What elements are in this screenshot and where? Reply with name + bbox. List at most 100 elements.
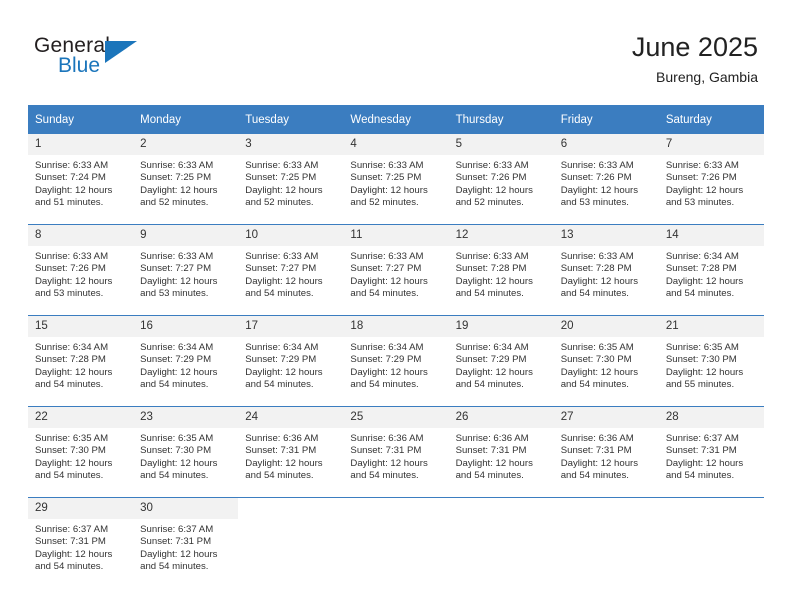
sunset-text: Sunset: 7:25 PM: [350, 172, 422, 184]
daylight-text: Daylight: 12 hours and 54 minutes.: [560, 457, 639, 481]
daylight-text: Daylight: 12 hours and 54 minutes.: [140, 457, 218, 481]
sunset-text: Sunset: 7:31 PM: [350, 445, 422, 457]
day-cell[interactable]: 4 Sunrise: 6:33 AM Sunset: 7:25 PM Dayli…: [343, 134, 449, 225]
sunrise-text: Sunrise: 6:33 AM: [455, 160, 529, 171]
daylight-text: Daylight: 12 hours and 54 minutes.: [350, 366, 428, 390]
sunrise-text: Sunrise: 6:37 AM: [665, 433, 739, 444]
sunset-text: Sunset: 7:27 PM: [245, 263, 317, 275]
sunset-text: Sunset: 7:25 PM: [245, 172, 317, 184]
day-number: 23: [133, 407, 239, 428]
sunrise-text: Sunrise: 6:35 AM: [665, 342, 739, 353]
day-cell[interactable]: 24 Sunrise: 6:36 AM Sunset: 7:31 PM Dayl…: [238, 406, 344, 498]
day-cell[interactable]: 27 Sunrise: 6:36 AM Sunset: 7:31 PM Dayl…: [553, 406, 659, 498]
daylight-text: Daylight: 12 hours and 53 minutes.: [35, 275, 113, 299]
day-cell[interactable]: 10 Sunrise: 6:33 AM Sunset: 7:27 PM Dayl…: [238, 224, 344, 316]
calendar-week-row: 15 Sunrise: 6:34 AM Sunset: 7:28 PM Dayl…: [28, 315, 764, 407]
day-number: 19: [448, 316, 554, 337]
sunset-text: Sunset: 7:30 PM: [35, 445, 106, 457]
day-cell[interactable]: 26 Sunrise: 6:36 AM Sunset: 7:31 PM Dayl…: [448, 406, 554, 498]
day-number: 29: [28, 498, 134, 519]
day-number: [343, 498, 449, 519]
day-cell[interactable]: 2 Sunrise: 6:33 AM Sunset: 7:25 PM Dayli…: [133, 134, 239, 225]
day-cell[interactable]: 13 Sunrise: 6:33 AM Sunset: 7:28 PM Dayl…: [553, 224, 659, 316]
day-cell[interactable]: 11 Sunrise: 6:33 AM Sunset: 7:27 PM Dayl…: [343, 224, 449, 316]
day-details: Sunrise: 6:33 AM Sunset: 7:24 PM Dayligh…: [28, 155, 133, 209]
sunrise-text: Sunrise: 6:34 AM: [140, 342, 214, 353]
day-cell[interactable]: 9 Sunrise: 6:33 AM Sunset: 7:27 PM Dayli…: [133, 224, 239, 316]
day-cell[interactable]: 17 Sunrise: 6:34 AM Sunset: 7:29 PM Dayl…: [238, 315, 344, 407]
sunrise-text: Sunrise: 6:33 AM: [665, 160, 739, 171]
sunset-text: Sunset: 7:31 PM: [560, 445, 632, 457]
day-details: Sunrise: 6:33 AM Sunset: 7:25 PM Dayligh…: [133, 155, 238, 209]
day-cell[interactable]: 7 Sunrise: 6:33 AM Sunset: 7:26 PM Dayli…: [658, 134, 764, 225]
day-cell[interactable]: 15 Sunrise: 6:34 AM Sunset: 7:28 PM Dayl…: [28, 315, 134, 407]
sunrise-text: Sunrise: 6:33 AM: [245, 160, 319, 171]
day-cell[interactable]: 5 Sunrise: 6:33 AM Sunset: 7:26 PM Dayli…: [448, 134, 554, 225]
day-cell[interactable]: 23 Sunrise: 6:35 AM Sunset: 7:30 PM Dayl…: [133, 406, 239, 498]
daylight-text: Daylight: 12 hours and 51 minutes.: [35, 184, 113, 208]
day-cell[interactable]: 16 Sunrise: 6:34 AM Sunset: 7:29 PM Dayl…: [133, 315, 239, 407]
column-header-thursday: Thursday: [448, 105, 554, 134]
day-cell[interactable]: 19 Sunrise: 6:34 AM Sunset: 7:29 PM Dayl…: [448, 315, 554, 407]
day-cell[interactable]: 3 Sunrise: 6:33 AM Sunset: 7:25 PM Dayli…: [238, 134, 344, 225]
day-cell[interactable]: 28 Sunrise: 6:37 AM Sunset: 7:31 PM Dayl…: [658, 406, 764, 498]
sunset-text: Sunset: 7:26 PM: [665, 172, 737, 184]
sunset-text: Sunset: 7:31 PM: [665, 445, 737, 457]
sunrise-text: Sunrise: 6:33 AM: [35, 251, 109, 262]
sunrise-text: Sunrise: 6:36 AM: [560, 433, 634, 444]
day-cell[interactable]: 6 Sunrise: 6:33 AM Sunset: 7:26 PM Dayli…: [553, 134, 659, 225]
daylight-text: Daylight: 12 hours and 54 minutes.: [455, 457, 533, 481]
day-number: 10: [238, 225, 344, 246]
sunrise-text: Sunrise: 6:33 AM: [560, 160, 634, 171]
sunset-text: Sunset: 7:26 PM: [35, 263, 106, 275]
day-cell[interactable]: 14 Sunrise: 6:34 AM Sunset: 7:28 PM Dayl…: [658, 224, 764, 316]
daylight-text: Daylight: 12 hours and 54 minutes.: [560, 275, 639, 299]
sunrise-text: Sunrise: 6:33 AM: [350, 251, 424, 262]
sunset-text: Sunset: 7:30 PM: [140, 445, 212, 457]
day-details: Sunrise: 6:33 AM Sunset: 7:28 PM Dayligh…: [449, 246, 554, 300]
sunset-text: Sunset: 7:27 PM: [140, 263, 212, 275]
sunrise-text: Sunrise: 6:34 AM: [35, 342, 109, 353]
day-cell[interactable]: 21 Sunrise: 6:35 AM Sunset: 7:30 PM Dayl…: [658, 315, 764, 407]
day-number: 16: [133, 316, 239, 337]
calendar-grid: Sunday Monday Tuesday Wednesday Thursday…: [28, 105, 764, 588]
day-number: 22: [28, 407, 134, 428]
day-cell[interactable]: 18 Sunrise: 6:34 AM Sunset: 7:29 PM Dayl…: [343, 315, 449, 407]
daylight-text: Daylight: 12 hours and 54 minutes.: [665, 457, 744, 481]
day-details: Sunrise: 6:33 AM Sunset: 7:26 PM Dayligh…: [28, 246, 133, 300]
day-cell[interactable]: 20 Sunrise: 6:35 AM Sunset: 7:30 PM Dayl…: [553, 315, 659, 407]
daylight-text: Daylight: 12 hours and 54 minutes.: [35, 366, 113, 390]
daylight-text: Daylight: 12 hours and 55 minutes.: [665, 366, 744, 390]
day-cell[interactable]: 22 Sunrise: 6:35 AM Sunset: 7:30 PM Dayl…: [28, 406, 134, 498]
day-cell[interactable]: 12 Sunrise: 6:33 AM Sunset: 7:28 PM Dayl…: [448, 224, 554, 316]
day-cell-empty: [343, 497, 449, 588]
sunrise-text: Sunrise: 6:34 AM: [665, 251, 739, 262]
day-cell[interactable]: 1 Sunrise: 6:33 AM Sunset: 7:24 PM Dayli…: [28, 134, 134, 225]
daylight-text: Daylight: 12 hours and 54 minutes.: [665, 275, 744, 299]
sunset-text: Sunset: 7:31 PM: [140, 536, 212, 548]
day-number: 17: [238, 316, 344, 337]
daylight-text: Daylight: 12 hours and 53 minutes.: [560, 184, 639, 208]
day-number: 12: [448, 225, 554, 246]
day-number: 15: [28, 316, 134, 337]
day-cell[interactable]: 8 Sunrise: 6:33 AM Sunset: 7:26 PM Dayli…: [28, 224, 134, 316]
sunrise-text: Sunrise: 6:36 AM: [455, 433, 529, 444]
page-title: June 2025: [631, 32, 758, 62]
column-header-monday: Monday: [133, 105, 239, 134]
sunset-text: Sunset: 7:27 PM: [350, 263, 422, 275]
sunset-text: Sunset: 7:30 PM: [665, 354, 737, 366]
calendar-week-row: 8 Sunrise: 6:33 AM Sunset: 7:26 PM Dayli…: [28, 224, 764, 316]
sunrise-text: Sunrise: 6:37 AM: [35, 524, 109, 535]
day-cell[interactable]: 29 Sunrise: 6:37 AM Sunset: 7:31 PM Dayl…: [28, 497, 134, 588]
sunset-text: Sunset: 7:24 PM: [35, 172, 106, 184]
day-number: 5: [448, 134, 554, 155]
day-details: Sunrise: 6:33 AM Sunset: 7:27 PM Dayligh…: [343, 246, 448, 300]
day-cell[interactable]: 25 Sunrise: 6:36 AM Sunset: 7:31 PM Dayl…: [343, 406, 449, 498]
sunset-text: Sunset: 7:29 PM: [455, 354, 527, 366]
calendar-body: 1 Sunrise: 6:33 AM Sunset: 7:24 PM Dayli…: [28, 134, 764, 588]
sunset-text: Sunset: 7:26 PM: [455, 172, 527, 184]
day-cell[interactable]: 30 Sunrise: 6:37 AM Sunset: 7:31 PM Dayl…: [133, 497, 239, 588]
day-number: 26: [448, 407, 554, 428]
logo[interactable]: General Blue: [34, 34, 144, 84]
calendar-page: General Blue June 2025 Bureng, Gambia Su…: [0, 0, 792, 612]
